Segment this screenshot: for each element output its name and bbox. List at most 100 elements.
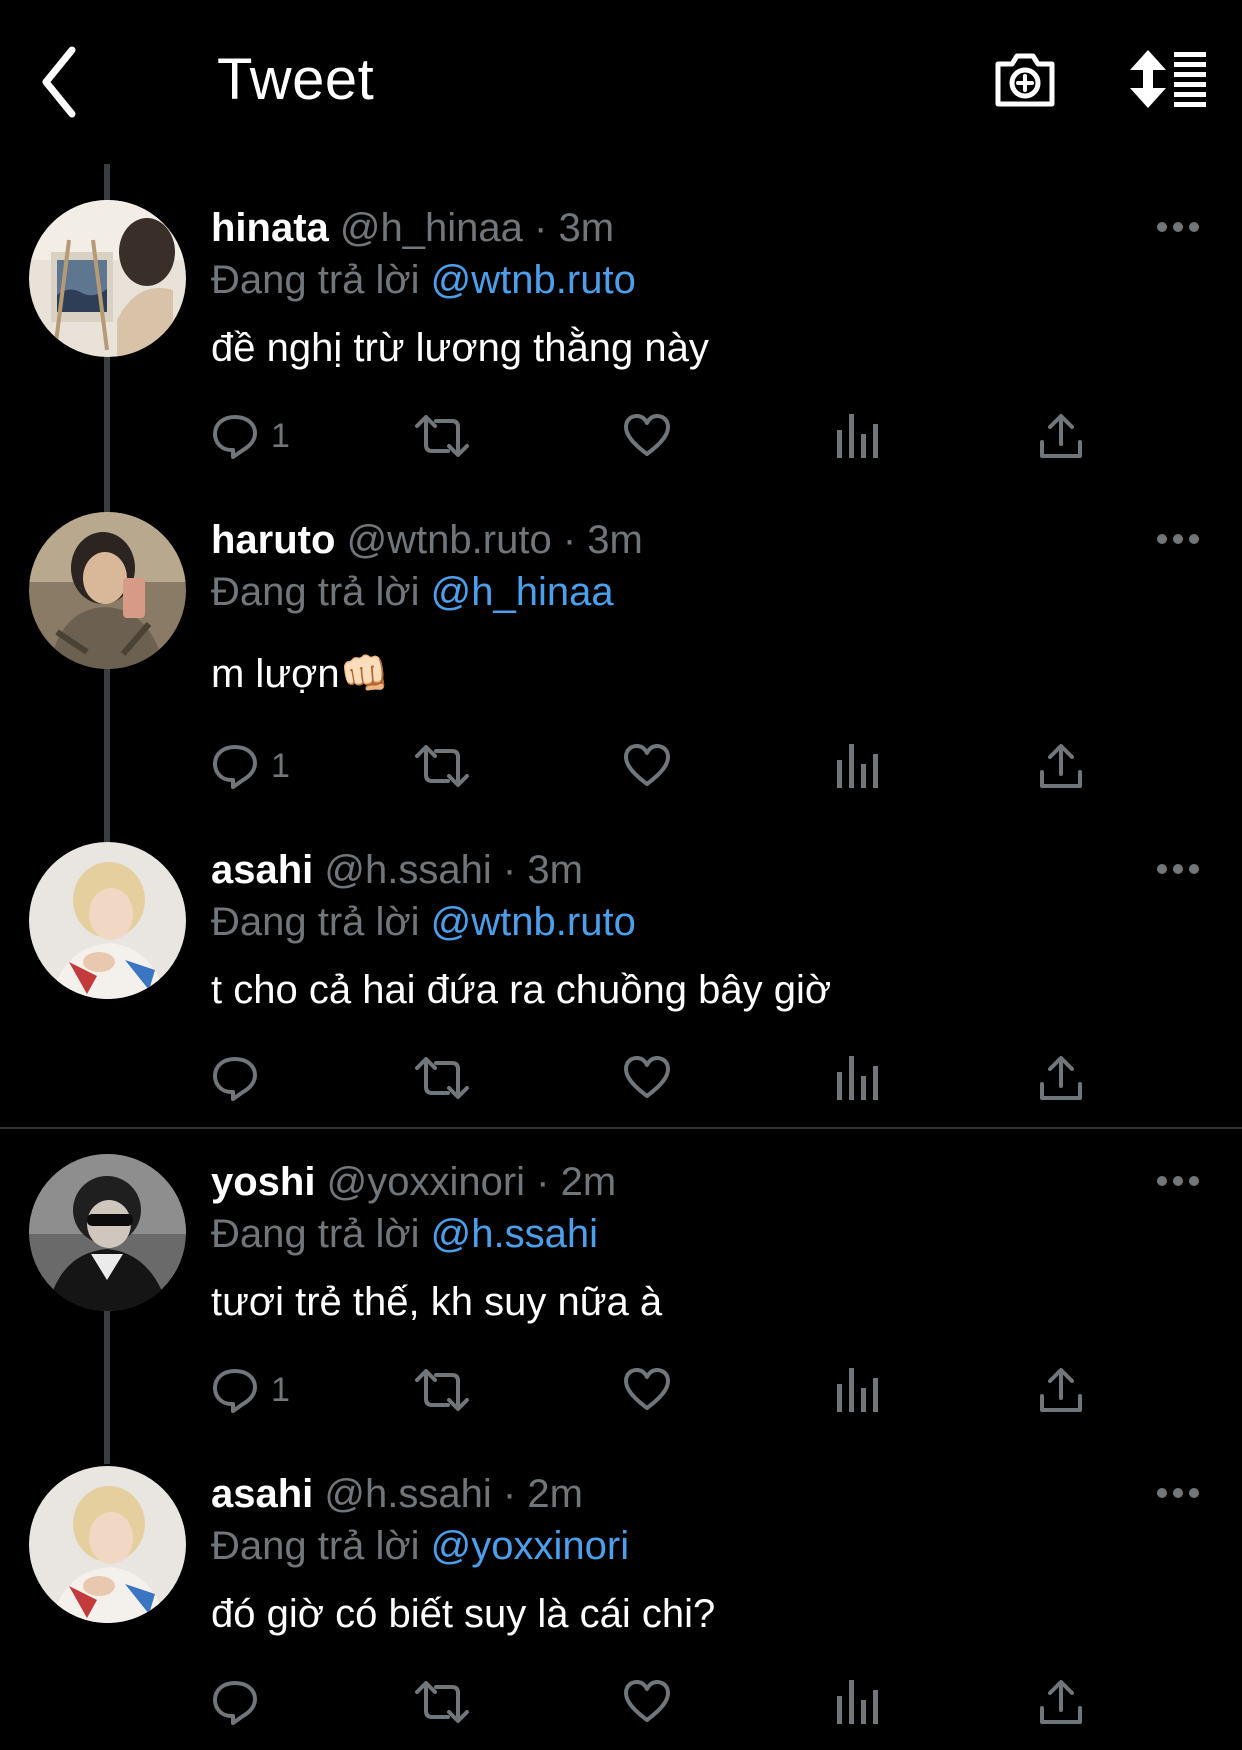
reply-prefix: Đang trả lời (211, 258, 420, 302)
replying-to: Đang trả lời @h_hinaa (211, 568, 614, 616)
like-button[interactable] (623, 1360, 671, 1420)
share-button[interactable] (1037, 1360, 1085, 1420)
replying-to: Đang trả lời @wtnb.ruto (211, 898, 636, 946)
display-name[interactable]: hinata (211, 206, 329, 250)
share-button[interactable] (1037, 406, 1085, 466)
chevron-left-icon (42, 46, 76, 118)
retweet-button[interactable] (413, 736, 471, 796)
display-name[interactable]: yoshi (211, 1160, 315, 1204)
avatar[interactable] (29, 512, 186, 669)
user-handle[interactable]: @h.ssahi (324, 1472, 491, 1516)
tweet-text: đó giờ có biết suy là cái chi? (211, 1592, 716, 1636)
tweet-header: yoshi @yoxxinori · 2m (211, 1158, 616, 1206)
replying-to: Đang trả lời @yoxxinori (211, 1522, 629, 1570)
views-button[interactable] (835, 1360, 879, 1420)
user-handle[interactable]: @h.ssahi (324, 848, 491, 892)
avatar[interactable] (29, 842, 186, 999)
more-options-button[interactable] (1156, 526, 1200, 552)
heart-icon (624, 1056, 670, 1098)
sort-replies-button[interactable] (1130, 50, 1210, 108)
more-dots-icon (1157, 1488, 1199, 1498)
share-icon (1040, 414, 1082, 458)
reply-to-handle[interactable]: @yoxxinori (431, 1524, 629, 1568)
like-button[interactable] (623, 1048, 671, 1108)
tweet-text: tươi trẻ thế, kh suy nữa à (211, 1280, 663, 1324)
tweet-text: m lượn👊🏻 (211, 652, 390, 696)
reply-to-handle[interactable]: @h.ssahi (431, 1212, 598, 1256)
camera-button[interactable] (992, 46, 1058, 110)
reply-prefix: Đang trả lời (211, 900, 420, 944)
heart-icon (624, 744, 670, 786)
like-button[interactable] (623, 736, 671, 796)
tweet[interactable]: haruto @wtnb.ruto · 3m Đang trả lời @h_h… (0, 512, 1242, 812)
tweet[interactable]: asahi @h.ssahi · 2m Đang trả lời @yoxxin… (0, 1466, 1242, 1750)
like-button[interactable] (623, 406, 671, 466)
reply-button[interactable]: 1 (211, 1360, 290, 1420)
avatar[interactable] (29, 1466, 186, 1623)
avatar[interactable] (29, 200, 186, 357)
timestamp: 2m (527, 1472, 583, 1516)
tweet-text: đề nghị trừ lương thằng này (211, 326, 709, 370)
views-button[interactable] (835, 1672, 879, 1732)
user-handle[interactable]: @yoxxinori (327, 1160, 525, 1204)
timestamp: 3m (527, 848, 583, 892)
retweet-icon (415, 1057, 469, 1099)
more-options-button[interactable] (1156, 214, 1200, 240)
reply-icon (213, 745, 257, 789)
retweet-button[interactable] (413, 406, 471, 466)
tweet-text: t cho cả hai đứa ra chuồng bây giờ (211, 968, 832, 1012)
share-icon (1040, 1368, 1082, 1412)
views-button[interactable] (835, 736, 879, 796)
thread-divider (0, 1127, 1242, 1129)
views-button[interactable] (835, 406, 879, 466)
tweet-header: asahi @h.ssahi · 2m (211, 1470, 583, 1518)
reply-button[interactable]: 1 (211, 736, 290, 796)
tweet-actions: 1 (211, 406, 1111, 466)
more-options-button[interactable] (1156, 856, 1200, 882)
share-button[interactable] (1037, 736, 1085, 796)
reply-icon (213, 415, 257, 459)
share-button[interactable] (1037, 1672, 1085, 1732)
tweet[interactable]: yoshi @yoxxinori · 2m Đang trả lời @h.ss… (0, 1154, 1242, 1444)
sort-list-icon (1130, 50, 1206, 108)
reply-count: 1 (271, 746, 290, 785)
separator: · (536, 1160, 550, 1204)
user-handle[interactable]: @h_hinaa (340, 206, 523, 250)
tweet[interactable]: asahi @h.ssahi · 3m Đang trả lời @wtnb.r… (0, 842, 1242, 1122)
share-button[interactable] (1037, 1048, 1085, 1108)
thread-line (104, 164, 110, 200)
share-icon (1040, 1680, 1082, 1724)
views-button[interactable] (835, 1048, 879, 1108)
display-name[interactable]: asahi (211, 848, 313, 892)
tweet-header: haruto @wtnb.ruto · 3m (211, 516, 643, 564)
retweet-button[interactable] (413, 1360, 471, 1420)
retweet-button[interactable] (413, 1048, 471, 1108)
retweet-icon (415, 1681, 469, 1723)
reply-prefix: Đang trả lời (211, 1212, 420, 1256)
reply-icon (213, 1369, 257, 1413)
tweet-actions: 1 (211, 1360, 1111, 1420)
reply-button[interactable] (211, 1048, 271, 1108)
reply-button[interactable] (211, 1672, 271, 1732)
tweet[interactable]: hinata @h_hinaa · 3m Đang trả lời @wtnb.… (0, 200, 1242, 500)
analytics-icon (837, 744, 878, 788)
user-handle[interactable]: @wtnb.ruto (347, 518, 552, 562)
more-options-button[interactable] (1156, 1168, 1200, 1194)
display-name[interactable]: haruto (211, 518, 335, 562)
reply-to-handle[interactable]: @h_hinaa (431, 570, 614, 614)
avatar[interactable] (29, 1154, 186, 1311)
display-name[interactable]: asahi (211, 1472, 313, 1516)
camera-plus-icon (995, 53, 1055, 107)
reply-prefix: Đang trả lời (211, 1524, 420, 1568)
reply-to-handle[interactable]: @wtnb.ruto (431, 900, 636, 944)
reply-to-handle[interactable]: @wtnb.ruto (431, 258, 636, 302)
retweet-button[interactable] (413, 1672, 471, 1732)
replying-to: Đang trả lời @h.ssahi (211, 1210, 598, 1258)
more-dots-icon (1157, 1176, 1199, 1186)
more-options-button[interactable] (1156, 1480, 1200, 1506)
more-dots-icon (1157, 864, 1199, 874)
analytics-icon (837, 1680, 878, 1724)
reply-button[interactable]: 1 (211, 406, 290, 466)
like-button[interactable] (623, 1672, 671, 1732)
back-button[interactable] (38, 42, 98, 122)
